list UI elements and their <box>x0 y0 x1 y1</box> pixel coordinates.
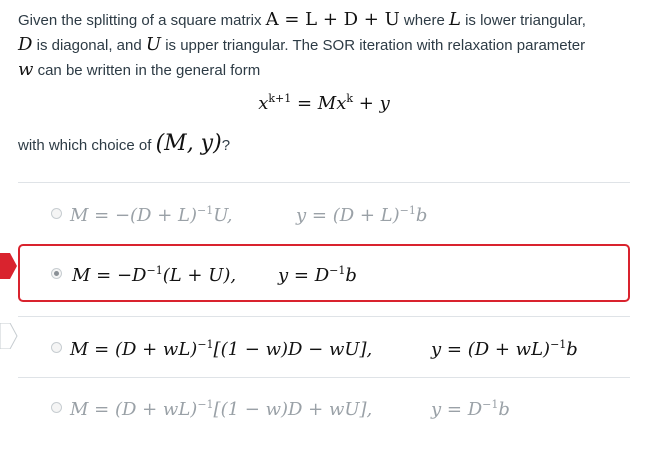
symbol-w: w <box>18 59 34 80</box>
answer-option-4[interactable]: M = (D + wL)−1[(1 − w)D + wU], y = D−1b <box>18 380 630 438</box>
splitting-equation: A = L + D + U <box>265 9 400 30</box>
symbol-D: D <box>18 34 33 55</box>
radio-button-selected[interactable] <box>51 268 62 279</box>
radio-button[interactable] <box>51 208 62 219</box>
answer-option-1[interactable]: M = −(D + L)−1U, y = (D + L)−1b <box>18 186 630 244</box>
symbol-L: L <box>448 9 461 30</box>
option-4-y: y = D−1b <box>431 398 510 420</box>
question-prompt: with which choice of (M, y)? <box>18 131 231 156</box>
answer-option-3[interactable]: M = (D + wL)−1[(1 − w)D − wU], y = (D + … <box>18 320 630 378</box>
symbol-U: U <box>145 34 162 55</box>
option-3-M: M = (D + wL)−1[(1 − w)D − wU], <box>70 338 373 360</box>
question-line2-mid: is diagonal, and <box>32 37 146 54</box>
question-text: Given the splitting of a square matrix A… <box>18 8 630 83</box>
divider <box>18 182 630 183</box>
divider <box>18 377 630 378</box>
question-line1-post: is lower triangular, <box>460 12 586 29</box>
pair-M-y: (M, y) <box>155 131 222 156</box>
question-line1-mid: where <box>399 12 449 29</box>
answer-option-2[interactable]: M = −D−1(L + U), y = D−1b <box>18 244 630 302</box>
radio-button[interactable] <box>51 342 62 353</box>
radio-button[interactable] <box>51 402 62 413</box>
option-3-y: y = (D + wL)−1b <box>431 338 578 360</box>
question-line1-pre: Given the splitting of a square matrix <box>18 12 266 29</box>
option-2-y: y = D−1b <box>278 264 357 286</box>
option-4-M: M = (D + wL)−1[(1 − w)D + wU], <box>70 398 373 420</box>
question-line2-post: is upper triangular. The SOR iteration w… <box>161 37 586 54</box>
option-2-M: M = −D−1(L + U), <box>72 264 237 286</box>
divider <box>18 316 630 317</box>
question-line3-post: can be written in the general form <box>33 62 261 79</box>
option-1-y: y = (D + L)−1b <box>296 204 428 226</box>
iteration-equation: xk+1 = Mxk + y <box>258 92 390 114</box>
option-1-M: M = −(D + L)−1U, <box>70 204 233 226</box>
